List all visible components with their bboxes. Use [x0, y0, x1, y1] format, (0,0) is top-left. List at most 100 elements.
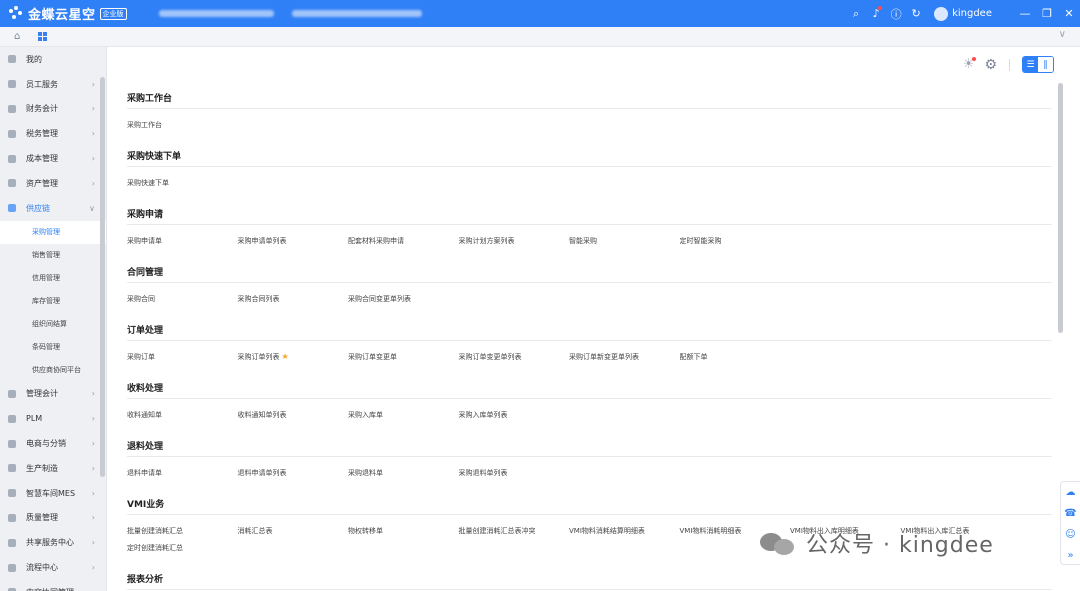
lightbulb-icon[interactable]: ☀: [963, 57, 977, 72]
menu-link[interactable]: 配套材料采购申请: [348, 236, 404, 246]
view-toggle[interactable]: ☰ ‖: [1022, 56, 1054, 73]
sidebar-item[interactable]: 流程中心 ›: [0, 555, 106, 580]
watermark-text: 公众号 · kingdee: [806, 533, 994, 558]
sidebar-item[interactable]: 供应链 ∨: [0, 196, 106, 221]
menu-link[interactable]: 采购入库单列表: [459, 410, 508, 420]
menu-link[interactable]: 采购合同: [127, 294, 155, 304]
menu-link[interactable]: VMI物料消耗结算明细表: [569, 526, 645, 536]
home-icon[interactable]: ⌂: [14, 31, 26, 42]
sidebar-item[interactable]: 生产制造 ›: [0, 456, 106, 481]
sidebar-item[interactable]: 质量管理 ›: [0, 506, 106, 531]
sidebar-item-label: 共享服务中心: [26, 538, 74, 548]
menu-link-label: VMI物料消耗明细表: [679, 527, 742, 535]
menu-link[interactable]: 采购退料单列表: [459, 468, 508, 478]
supply-chain-icon: [8, 204, 16, 213]
headset-icon[interactable]: ☎: [1064, 503, 1076, 524]
menu-link[interactable]: 采购快速下单: [127, 178, 169, 188]
sidebar-scrollbar[interactable]: [100, 77, 105, 477]
menu-link-label: 采购入库单: [348, 411, 383, 419]
sidebar-subitem[interactable]: 销售管理: [0, 244, 106, 267]
sidebar-item[interactable]: 税务管理 ›: [0, 121, 106, 146]
menu-link[interactable]: 采购订单变更单列表: [459, 352, 522, 362]
sidebar-item[interactable]: 员工服务 ›: [0, 72, 106, 97]
help-icon[interactable]: ⓘ: [886, 6, 906, 22]
menu-link[interactable]: 批量创建消耗汇总: [127, 526, 183, 536]
menu-link[interactable]: 配额下单: [680, 352, 708, 362]
cloud-icon[interactable]: ☁: [1066, 482, 1076, 503]
sidebar-item[interactable]: 共享服务中心 ›: [0, 530, 106, 555]
chevron-right-icon: ›: [91, 389, 95, 399]
menu-link[interactable]: 退料申请单列表: [238, 468, 287, 478]
menu-link[interactable]: 采购订单变更单: [348, 352, 397, 362]
username[interactable]: kingdee: [952, 8, 992, 19]
menu-link[interactable]: 采购退料单: [348, 468, 383, 478]
bell-icon[interactable]: ♪: [866, 6, 886, 20]
menu-link[interactable]: 采购合同列表: [238, 294, 280, 304]
sidebar-subitem[interactable]: 库存管理: [0, 290, 106, 313]
watermark: 公众号 · kingdee: [760, 527, 994, 559]
menu-link[interactable]: 采购申请单列表: [238, 236, 287, 246]
sidebar-item[interactable]: 资产管理 ›: [0, 171, 106, 196]
star-icon[interactable]: ★: [282, 352, 289, 361]
menu-link-label: 采购合同变更单列表: [348, 295, 411, 303]
sidebar-item-label: 管理会计: [26, 389, 58, 399]
menu-link[interactable]: 消耗汇总表: [238, 526, 273, 536]
expand-icon[interactable]: »: [1067, 545, 1073, 566]
brand[interactable]: 金蝶云星空 企业版: [8, 4, 127, 23]
minimize-icon[interactable]: —: [1014, 7, 1036, 20]
apps-grid-icon[interactable]: [38, 32, 47, 41]
menu-link[interactable]: 采购工作台: [127, 120, 162, 130]
sidebar-item[interactable]: 成本管理 ›: [0, 146, 106, 171]
menu-link[interactable]: 智能采购: [569, 236, 597, 246]
chevron-right-icon: ›: [91, 178, 95, 188]
sidebar-item[interactable]: 财务会计 ›: [0, 97, 106, 122]
quality-icon: [8, 513, 16, 522]
sidebar-item[interactable]: 管理会计 ›: [0, 382, 106, 407]
menu-link-label: VMI物料消耗结算明细表: [569, 527, 645, 535]
menu-link[interactable]: 采购申请单: [127, 236, 162, 246]
chevron-right-icon: ›: [91, 488, 95, 498]
sidebar-item[interactable]: 内容协同管理›: [0, 580, 106, 591]
sidebar-subitem[interactable]: 条码管理: [0, 336, 106, 359]
column-view-icon[interactable]: ‖: [1038, 57, 1053, 72]
menu-link-label: 配套材料采购申请: [348, 237, 404, 245]
chevron-right-icon: ›: [91, 563, 95, 573]
sidebar-subitem[interactable]: 组织间结算: [0, 313, 106, 336]
group-title: 采购工作台: [127, 94, 173, 104]
menu-link[interactable]: 采购入库单: [348, 410, 383, 420]
menu-link[interactable]: 采购订单新变更单列表: [569, 352, 639, 362]
sidebar-subitem[interactable]: 信用管理: [0, 267, 106, 290]
sidebar-subitem[interactable]: 供应商协同平台: [0, 359, 106, 382]
sidebar-subitem[interactable]: 采购管理: [0, 220, 106, 244]
gear-icon[interactable]: ⚙: [984, 57, 997, 73]
sidebar-item-label: PLM: [26, 414, 43, 424]
avatar[interactable]: [934, 6, 949, 21]
refresh-icon[interactable]: ↻: [906, 7, 926, 20]
menu-link[interactable]: 物权转移单: [348, 526, 383, 536]
menu-link[interactable]: 采购订单: [127, 352, 155, 362]
menu-link[interactable]: 收料通知单列表: [238, 410, 287, 420]
sidebar-item[interactable]: 我的: [0, 47, 106, 72]
search-icon[interactable]: ⌕: [846, 7, 866, 21]
close-icon[interactable]: ✕: [1058, 7, 1080, 20]
menu-link[interactable]: 采购计划方案列表: [459, 236, 515, 246]
group-title: 报表分析: [127, 575, 164, 585]
sidebar-item[interactable]: 电商与分销 ›: [0, 431, 106, 456]
menu-link[interactable]: 退料申请单: [127, 468, 162, 478]
main-scrollbar[interactable]: [1058, 83, 1063, 333]
menu-link[interactable]: 收料通知单: [127, 410, 162, 420]
restore-icon[interactable]: ❐: [1036, 7, 1058, 20]
menu-link[interactable]: 定时智能采购: [680, 236, 722, 246]
menu-link[interactable]: VMI物料消耗明细表: [680, 526, 742, 536]
menu-link[interactable]: 采购订单列表 ★: [238, 352, 289, 362]
menu-link[interactable]: 采购合同变更单列表: [348, 294, 411, 304]
smile-icon[interactable]: ☺: [1065, 524, 1075, 545]
main-content: ☀ ⚙ ☰ ‖ 采购工作台 采购工作台 采购快速下单 采购快速下单 采购申请 采购申请单采…: [107, 47, 1080, 591]
menu-link[interactable]: 批量创建消耗汇总表冲突: [459, 526, 536, 536]
menu-link[interactable]: 定时创建消耗汇总: [127, 543, 183, 553]
sidebar-item[interactable]: PLM ›: [0, 406, 106, 431]
list-view-icon[interactable]: ☰: [1023, 57, 1038, 72]
sidebar-item[interactable]: 智慧车间MES ›: [0, 481, 106, 506]
tax-icon: [8, 129, 16, 138]
collapse-icon[interactable]: ∨: [1059, 29, 1066, 40]
